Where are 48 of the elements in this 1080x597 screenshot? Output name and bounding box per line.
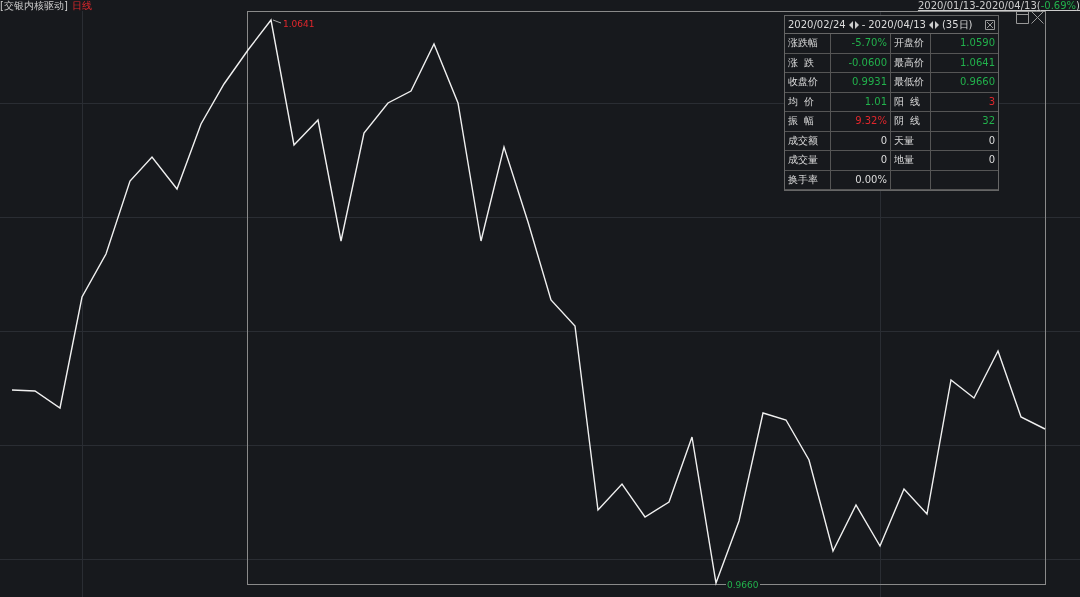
stat-label: 阳 线 bbox=[891, 92, 931, 112]
days-count: (35日) bbox=[941, 17, 973, 32]
stat-label: 最高价 bbox=[891, 53, 931, 73]
empty-cell bbox=[891, 170, 931, 190]
stat-value: 32 bbox=[931, 112, 998, 132]
paren: ( bbox=[1036, 0, 1041, 11]
stat-label: 涨跌幅 bbox=[785, 34, 831, 54]
period-label[interactable]: 日线 bbox=[71, 0, 92, 11]
arrows-icon[interactable] bbox=[928, 20, 939, 29]
stat-label: 地量 bbox=[891, 151, 931, 171]
stat-label: 振 幅 bbox=[785, 112, 831, 132]
stat-label: 最低价 bbox=[891, 73, 931, 93]
stat-label: 收盘价 bbox=[785, 73, 831, 93]
stat-value: 1.01 bbox=[831, 92, 891, 112]
stat-label: 开盘价 bbox=[891, 34, 931, 54]
stat-value: 3 bbox=[931, 92, 998, 112]
low-value-label: 0.9660 bbox=[726, 580, 760, 590]
stat-value: 0.9931 bbox=[831, 73, 891, 93]
paren: ) bbox=[1076, 0, 1080, 11]
stat-value: 0 bbox=[831, 131, 891, 151]
stat-value: 1.0590 bbox=[931, 34, 998, 54]
stat-label: 天量 bbox=[891, 131, 931, 151]
start-date: 2020/02/24 bbox=[788, 19, 846, 30]
close-icon[interactable] bbox=[1031, 11, 1044, 24]
stat-label: 均 价 bbox=[785, 92, 831, 112]
date-separator: - bbox=[861, 19, 866, 30]
stat-value: -0.0600 bbox=[831, 53, 891, 73]
stat-value: 0.00% bbox=[831, 170, 891, 190]
stat-label: 成交量 bbox=[785, 151, 831, 171]
stat-value: 0 bbox=[931, 131, 998, 151]
stat-label: 换手率 bbox=[785, 170, 831, 190]
stat-value: -5.70% bbox=[831, 34, 891, 54]
window-icon[interactable] bbox=[1016, 11, 1029, 24]
stat-label: 阴 线 bbox=[891, 112, 931, 132]
stat-value: 0.9660 bbox=[931, 73, 998, 93]
stat-value: 1.0641 bbox=[931, 53, 998, 73]
date-range: 2020/01/13-2020/04/13 bbox=[917, 0, 1037, 11]
stat-value: 0 bbox=[931, 151, 998, 171]
high-value-label: 1.0641 bbox=[283, 19, 315, 29]
end-date: 2020/04/13 bbox=[868, 19, 926, 30]
stat-label: 成交额 bbox=[785, 131, 831, 151]
stat-value: 9.32% bbox=[831, 112, 891, 132]
leader-line bbox=[272, 19, 282, 24]
stat-value: 0 bbox=[831, 151, 891, 171]
close-icon[interactable] bbox=[985, 19, 995, 30]
stat-label: 涨 跌 bbox=[785, 53, 831, 73]
arrows-icon[interactable] bbox=[848, 20, 859, 29]
fund-name: [交银内核驱动] bbox=[0, 0, 68, 11]
